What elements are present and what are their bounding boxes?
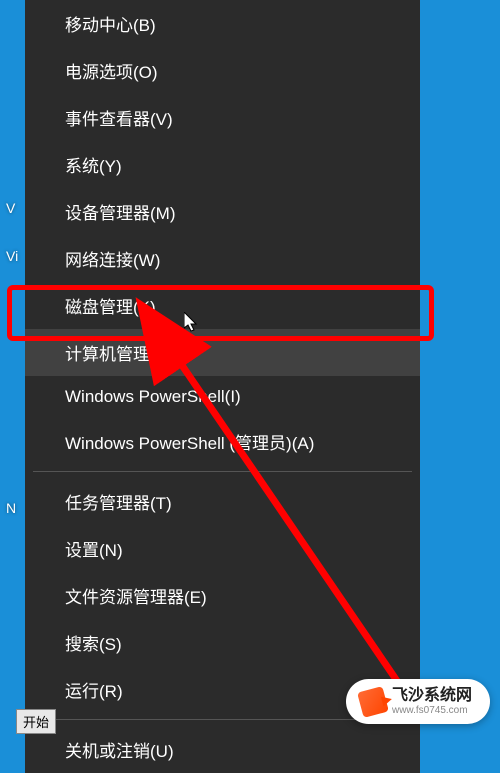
watermark-logo-icon (357, 686, 389, 718)
watermark-text: 飞沙系统网 www.fs0745.com (392, 687, 472, 716)
menu-item-network-connections[interactable]: 网络连接(W) (25, 235, 420, 282)
menu-item-label: 任务管理器(T) (65, 494, 172, 513)
menu-item-label: 运行(R) (65, 682, 123, 701)
start-label: 开始 (23, 715, 49, 730)
menu-item-powershell-admin[interactable]: Windows PowerShell (管理员)(A) (25, 418, 420, 465)
desktop-icon-fragment: V (6, 200, 15, 216)
menu-item-file-explorer[interactable]: 文件资源管理器(E) (25, 572, 420, 619)
menu-item-label: 事件查看器(V) (65, 110, 173, 129)
menu-item-shutdown-signout[interactable]: 关机或注销(U) (25, 726, 420, 773)
menu-item-device-manager[interactable]: 设备管理器(M) (25, 188, 420, 235)
menu-item-label: 关机或注销(U) (65, 742, 174, 761)
menu-item-label: Windows PowerShell (管理员)(A) (65, 434, 314, 453)
menu-item-label: 计算机管理(G) (65, 345, 175, 364)
menu-item-system[interactable]: 系统(Y) (25, 141, 420, 188)
watermark-title: 飞沙系统网 (392, 687, 472, 705)
menu-item-event-viewer[interactable]: 事件查看器(V) (25, 94, 420, 141)
menu-item-label: 设置(N) (65, 541, 123, 560)
menu-item-powershell[interactable]: Windows PowerShell(I) (25, 376, 420, 418)
menu-divider (33, 471, 412, 472)
menu-item-label: 网络连接(W) (65, 251, 160, 270)
menu-item-label: 移动中心(B) (65, 16, 156, 35)
menu-item-disk-management[interactable]: 磁盘管理(K) (25, 282, 420, 329)
menu-item-label: 磁盘管理(K) (65, 298, 156, 317)
menu-item-task-manager[interactable]: 任务管理器(T) (25, 478, 420, 525)
menu-item-mobility-center[interactable]: 移动中心(B) (25, 0, 420, 47)
watermark-badge: 飞沙系统网 www.fs0745.com (346, 679, 490, 724)
menu-item-computer-management[interactable]: 计算机管理(G) (25, 329, 420, 376)
menu-item-label: Windows PowerShell(I) (65, 387, 241, 406)
menu-item-label: 设备管理器(M) (65, 204, 175, 223)
menu-item-search[interactable]: 搜索(S) (25, 619, 420, 666)
desktop-icon-fragment: N (6, 500, 16, 516)
menu-item-settings[interactable]: 设置(N) (25, 525, 420, 572)
menu-item-label: 系统(Y) (65, 157, 122, 176)
menu-item-label: 文件资源管理器(E) (65, 588, 207, 607)
menu-item-power-options[interactable]: 电源选项(O) (25, 47, 420, 94)
desktop-icon-fragment: Vi (6, 248, 18, 264)
start-context-menu: 移动中心(B) 电源选项(O) 事件查看器(V) 系统(Y) 设备管理器(M) … (25, 0, 420, 773)
menu-item-label: 电源选项(O) (65, 63, 158, 82)
menu-item-label: 搜索(S) (65, 635, 122, 654)
watermark-url: www.fs0745.com (392, 705, 472, 716)
start-button-tooltip: 开始 (16, 709, 56, 734)
